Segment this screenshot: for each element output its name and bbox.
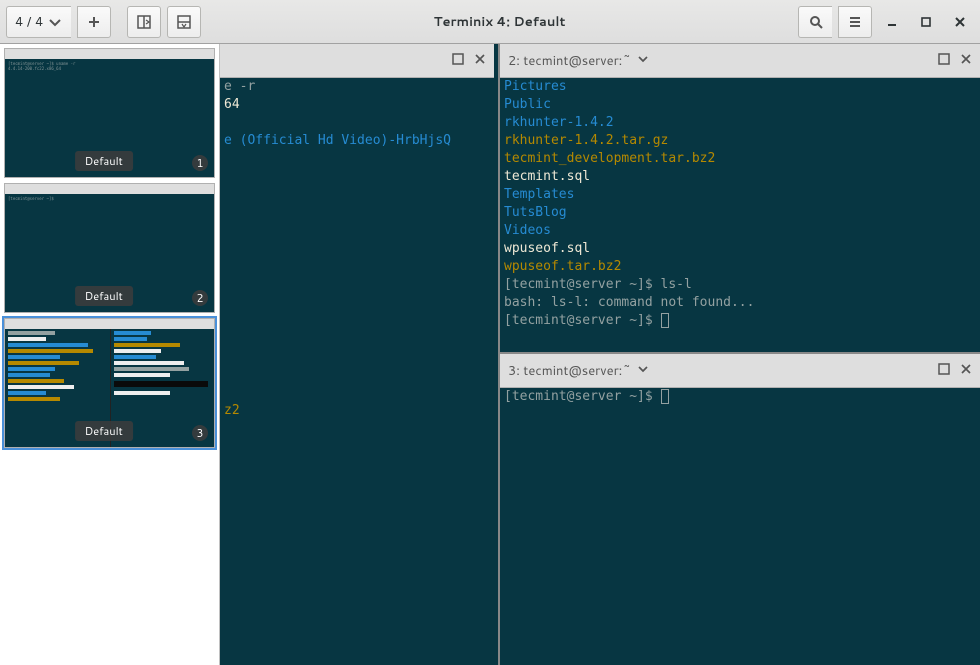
maximize-icon bbox=[452, 53, 464, 65]
window-title: Terminix 4: Default bbox=[207, 13, 792, 31]
thumb-number: 3 bbox=[192, 425, 208, 441]
close-icon bbox=[960, 363, 972, 375]
pane-title-label: 2: tecmint@server:~ bbox=[508, 52, 631, 70]
maximize-icon bbox=[938, 53, 950, 65]
split-down-button[interactable] bbox=[167, 6, 201, 38]
pane-titlebar-2: 2: tecmint@server:~ bbox=[500, 44, 980, 78]
maximize-icon bbox=[938, 363, 950, 375]
pane-close-button[interactable] bbox=[474, 52, 486, 70]
search-button[interactable] bbox=[798, 6, 832, 38]
terminal-output: e -r 64 e (Official Hd Video)-HrbHjsQ z2 bbox=[220, 78, 494, 665]
session-sidebar: [tecmint@server ~]$ uname -r 4.4.14-200.… bbox=[0, 44, 220, 665]
split-horizontal-icon bbox=[136, 14, 152, 30]
session-thumbnail-1[interactable]: [tecmint@server ~]$ uname -r 4.4.14-200.… bbox=[4, 48, 215, 178]
menu-button[interactable] bbox=[838, 6, 872, 38]
pane-title-label: 3: tecmint@server:~ bbox=[508, 362, 631, 380]
pane-maximize-button[interactable] bbox=[452, 52, 464, 70]
session-thumbnail-2[interactable]: [tecmint@server ~]$ Default 2 bbox=[4, 183, 215, 313]
terminal-output: Pictures Public rkhunter-1.4.2 rkhunter-… bbox=[500, 78, 980, 350]
session-counter-label: 4 / 4 bbox=[15, 13, 43, 31]
thumb-label: Default bbox=[75, 286, 133, 306]
terminal-pane-2[interactable]: 2: tecmint@server:~ Pictures Public rkhu… bbox=[500, 44, 980, 350]
split-right-button[interactable] bbox=[127, 6, 161, 38]
pane-menu-button[interactable] bbox=[637, 52, 649, 70]
pane-titlebar-1 bbox=[220, 44, 494, 78]
session-thumbnail-3[interactable]: Default 3 bbox=[4, 318, 215, 448]
hamburger-icon bbox=[847, 14, 863, 30]
search-icon bbox=[808, 14, 824, 30]
pane-maximize-button[interactable] bbox=[938, 362, 950, 380]
thumb-number: 1 bbox=[192, 155, 208, 171]
pane-close-button[interactable] bbox=[960, 52, 972, 70]
pane-titlebar-3: 3: tecmint@server:~ bbox=[500, 354, 980, 388]
chevron-down-icon bbox=[637, 53, 649, 65]
close-button[interactable] bbox=[950, 12, 970, 32]
close-icon bbox=[474, 53, 486, 65]
terminal-pane-3[interactable]: 3: tecmint@server:~ [tecmint@server ~]$ bbox=[500, 352, 980, 665]
close-icon bbox=[960, 53, 972, 65]
maximize-icon bbox=[919, 15, 933, 29]
thumb-label: Default bbox=[75, 151, 133, 171]
minimize-button[interactable] bbox=[882, 12, 902, 32]
close-icon bbox=[953, 15, 967, 29]
terminal-pane-1[interactable]: e -r 64 e (Official Hd Video)-HrbHjsQ z2 bbox=[220, 44, 494, 665]
terminal-output: [tecmint@server ~]$ bbox=[500, 388, 980, 665]
split-vertical-icon bbox=[176, 14, 192, 30]
thumb-number: 2 bbox=[192, 290, 208, 306]
chevron-down-icon bbox=[637, 363, 649, 375]
minimize-icon bbox=[885, 15, 899, 29]
add-session-button[interactable] bbox=[77, 6, 111, 38]
pane-menu-button[interactable] bbox=[637, 362, 649, 380]
plus-icon bbox=[86, 14, 102, 30]
terminal-panes: e -r 64 e (Official Hd Video)-HrbHjsQ z2… bbox=[220, 44, 980, 665]
thumb-label: Default bbox=[75, 421, 133, 441]
session-selector[interactable]: 4 / 4 bbox=[6, 6, 71, 38]
maximize-button[interactable] bbox=[916, 12, 936, 32]
pane-close-button[interactable] bbox=[960, 362, 972, 380]
content-area: [tecmint@server ~]$ uname -r 4.4.14-200.… bbox=[0, 44, 980, 665]
titlebar: 4 / 4 Terminix 4: Default bbox=[0, 0, 980, 44]
chevron-down-icon bbox=[47, 14, 63, 30]
pane-maximize-button[interactable] bbox=[938, 52, 950, 70]
